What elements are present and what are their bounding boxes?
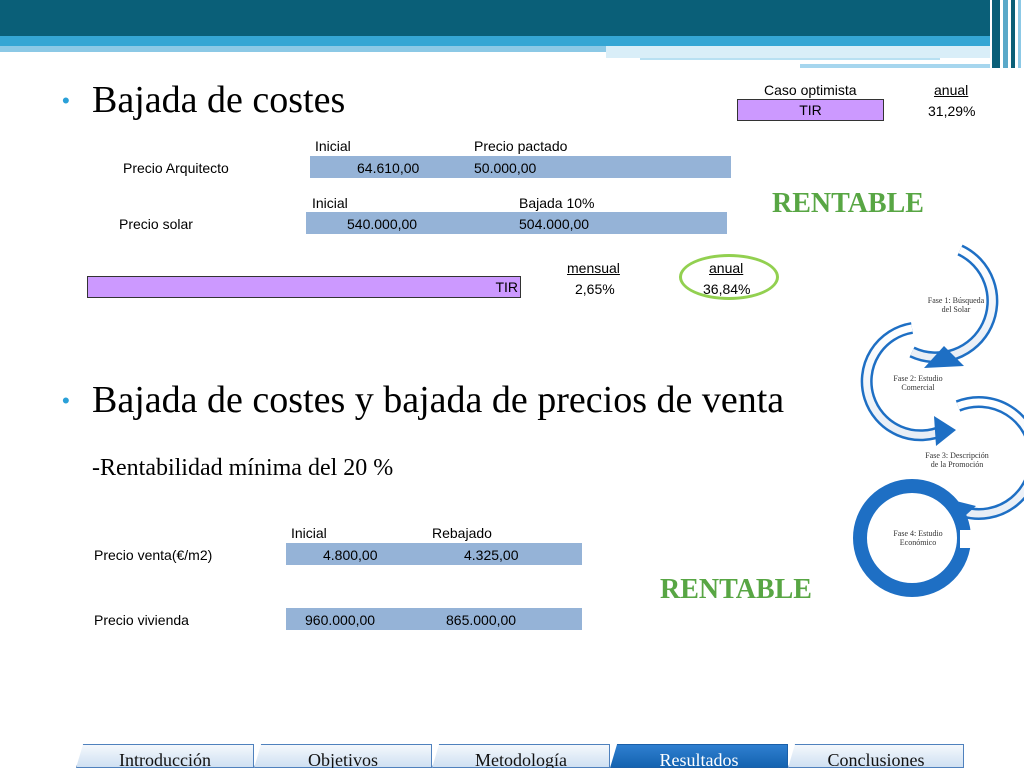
phase-line: Comercial <box>901 383 935 392</box>
row-label: Precio Arquitecto <box>123 160 229 176</box>
tir-anual-value: 36,84% <box>703 281 751 297</box>
col-header: Bajada 10% <box>519 195 595 211</box>
col-header: Rebajado <box>432 525 492 541</box>
phase-line: Fase 2: Estudio <box>893 374 943 383</box>
header-bar <box>0 0 990 36</box>
header-line <box>800 64 990 68</box>
phase-line: Fase 4: Estudio <box>893 529 943 538</box>
rentable-label: RENTABLE <box>772 188 924 219</box>
phase-label: Fase 4: Estudio Económico <box>876 529 960 547</box>
phase-line: de la Promoción <box>930 460 984 469</box>
cell-value: 50.000,00 <box>474 160 537 176</box>
rentable-label: RENTABLE <box>660 574 812 605</box>
tab-introduccion[interactable]: Introducción <box>76 744 254 768</box>
header-stripe <box>992 0 1000 68</box>
col-header: Inicial <box>312 195 348 211</box>
col-header: Precio pactado <box>474 138 568 154</box>
header-band <box>0 36 990 46</box>
col-header: Inicial <box>315 138 351 154</box>
tir-value: 31,29% <box>928 103 976 119</box>
header-band-light <box>0 46 606 52</box>
header-band-pale <box>606 46 990 58</box>
phase-line: del Solar <box>941 305 971 314</box>
row-label: Precio solar <box>119 216 193 232</box>
tir-bar: TIR <box>87 276 521 298</box>
phase-line: Fase 3: Descripción <box>925 451 989 460</box>
cell-value: 4.800,00 <box>323 547 378 563</box>
section-title: Bajada de costes <box>92 79 346 121</box>
phase-label: Fase 2: Estudio Comercial <box>876 374 960 392</box>
mensual-header: mensual <box>567 260 620 276</box>
tab-metodologia[interactable]: Metodología <box>432 744 610 768</box>
cell-value: 504.000,00 <box>519 216 590 232</box>
tir-mensual-value: 2,65% <box>575 281 615 297</box>
header-stripe <box>1018 0 1021 68</box>
header-stripe <box>1011 0 1015 68</box>
bullet-dot-icon: • <box>62 388 70 413</box>
phase-line: Económico <box>899 538 937 547</box>
phase-line: Fase 1: Búsqueda <box>927 296 985 305</box>
cell-value: 960.000,00 <box>305 612 376 628</box>
tab-resultados[interactable]: Resultados <box>610 744 788 768</box>
tab-objetivos[interactable]: Objetivos <box>254 744 432 768</box>
cell-value: 64.610,00 <box>357 160 420 176</box>
phase-diagram <box>853 244 1024 597</box>
cell-value: 865.000,00 <box>446 612 517 628</box>
col-header: Inicial <box>291 525 327 541</box>
cell-value: 4.325,00 <box>464 547 519 563</box>
anual-header: anual <box>934 82 969 98</box>
phase-label: Fase 1: Búsqueda del Solar <box>914 296 998 314</box>
section-subtitle: -Rentabilidad mínima del 20 % <box>92 455 394 481</box>
section-title: Bajada de costes y bajada de precios de … <box>92 379 785 421</box>
tab-conclusiones[interactable]: Conclusiones <box>788 744 964 768</box>
header-line <box>640 58 940 60</box>
header-stripe <box>1003 0 1008 68</box>
row-label: Precio vivienda <box>94 612 189 628</box>
row-label: Precio venta(€/m2) <box>94 547 213 563</box>
caso-label: Caso optimista <box>764 82 857 98</box>
bullet-dot-icon: • <box>62 88 70 113</box>
cell-value: 540.000,00 <box>347 216 418 232</box>
tir-cell: TIR <box>737 99 884 121</box>
tir-label: TIR <box>799 102 822 118</box>
phase-label: Fase 3: Descripción de la Promoción <box>912 451 1002 469</box>
tir-label: TIR <box>495 279 518 295</box>
